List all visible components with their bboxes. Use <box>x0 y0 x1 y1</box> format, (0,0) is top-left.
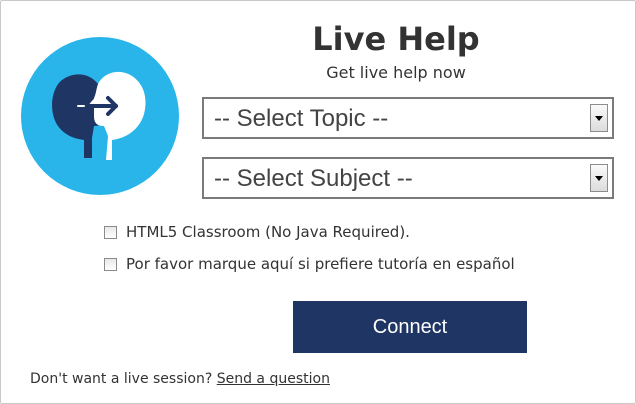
subject-select[interactable]: -- Select Subject -- <box>202 157 614 199</box>
connect-button[interactable]: Connect <box>293 301 527 353</box>
send-question-link[interactable]: Send a question <box>217 371 330 387</box>
html5-classroom-checkbox[interactable] <box>104 225 117 239</box>
page-title: Live Help <box>312 20 480 58</box>
two-heads-exchange-icon <box>21 37 179 195</box>
html5-classroom-label[interactable]: HTML5 Classroom (No Java Required). <box>126 223 410 241</box>
chevron-down-icon <box>595 176 603 181</box>
topic-dropdown-button[interactable] <box>590 104 608 132</box>
footer-prompt: Don't want a live session? <box>30 371 213 387</box>
spanish-tutoring-checkbox[interactable] <box>104 257 117 271</box>
chevron-down-icon <box>595 116 603 121</box>
live-help-panel: Live Help Get live help now -- Select To… <box>0 0 636 404</box>
spanish-tutoring-option: Por favor marque aquí si prefiere tutorí… <box>104 254 515 274</box>
subject-select-value: -- Select Subject -- <box>214 165 413 192</box>
topic-select-value: -- Select Topic -- <box>214 105 389 132</box>
spanish-tutoring-label[interactable]: Por favor marque aquí si prefiere tutorí… <box>126 255 515 273</box>
page-subtitle: Get live help now <box>326 63 466 82</box>
topic-select[interactable]: -- Select Topic -- <box>202 97 614 139</box>
subject-dropdown-button[interactable] <box>590 164 608 192</box>
html5-classroom-option: HTML5 Classroom (No Java Required). <box>104 222 410 242</box>
footer: Don't want a live session? Send a questi… <box>30 371 330 387</box>
